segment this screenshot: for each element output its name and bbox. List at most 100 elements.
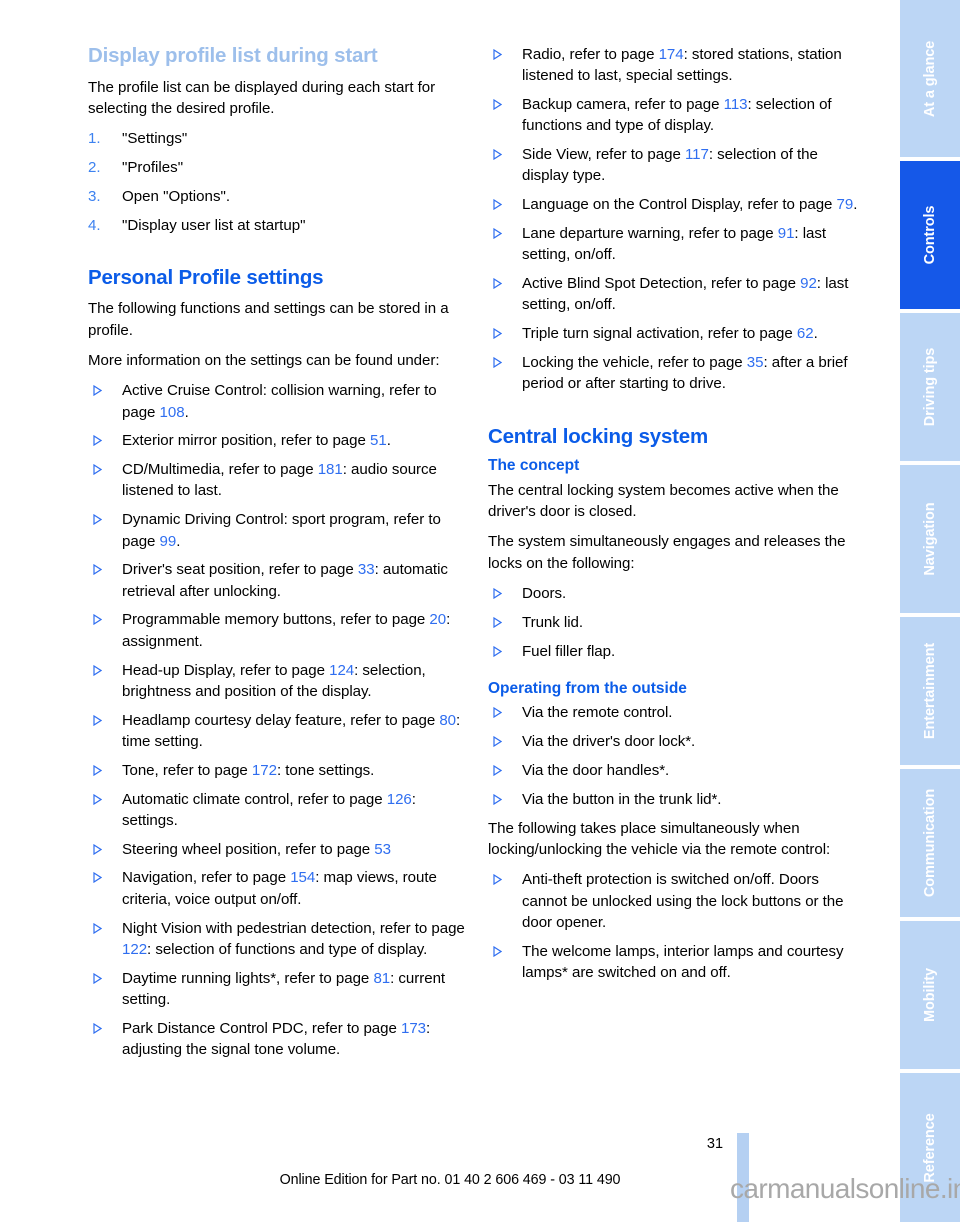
bullet-text: Side View, refer to page (522, 146, 685, 164)
section-tab-label: Mobility (922, 968, 938, 1022)
step-number: 1. (88, 130, 101, 148)
section-tab-controls[interactable]: Controls (900, 161, 960, 309)
bullet-text: Language on the Control Display, refer t… (522, 196, 837, 214)
bullet-text: Radio, refer to page (522, 46, 659, 63)
bullet-text: Steering wheel position, refer to page (122, 840, 375, 858)
triangle-bullet-icon (93, 714, 102, 726)
section-tab-label: At a glance (922, 40, 938, 117)
document-page: Display profile list during start The pr… (0, 0, 960, 1222)
page-reference-link[interactable]: 181 (318, 461, 343, 478)
triangle-bullet-icon (93, 464, 102, 476)
bullet-text: Head-up Display, refer to page (122, 661, 330, 679)
section-tab-rail: At a glance Controls Driving tips Navigatio… (900, 0, 960, 1222)
page-reference-link[interactable]: 20 (429, 611, 446, 628)
page-reference-link[interactable]: 35 (747, 354, 764, 371)
bullet-item: Via the door handles*. (488, 760, 868, 781)
left-text-column: Display profile list during start The pr… (88, 44, 468, 1068)
page-number: 31 (706, 1136, 724, 1152)
page-reference-link[interactable]: 124 (329, 662, 354, 679)
triangle-bullet-icon (93, 1022, 102, 1034)
section-tab-label: Communication (922, 788, 938, 898)
page-reference-link[interactable]: 126 (387, 791, 412, 808)
bullet-item: Lane departure warning, refer to page 91… (488, 223, 868, 266)
bullet-item: Trunk lid. (488, 612, 868, 633)
page-reference-link[interactable]: 81 (373, 970, 390, 987)
page-reference-link[interactable]: 174 (659, 46, 684, 63)
paragraph-more-information: More information on the settings can be … (88, 352, 440, 369)
bullet-text: Via the remote control. (522, 704, 673, 722)
bullet-item: Head-up Display, refer to page 124: sele… (88, 660, 468, 703)
page-reference-link[interactable]: 53 (374, 841, 391, 858)
bullet-text: Driver's seat position, refer to page (122, 561, 358, 579)
bullet-text: Via the driver's door lock*. (522, 733, 696, 751)
page-reference-link[interactable]: 117 (685, 146, 709, 163)
step-text: "Display user list at startup" (122, 216, 306, 234)
step-number: 3. (88, 187, 101, 205)
page-reference-link[interactable]: 154 (290, 869, 315, 886)
bullet-text-tail: . (813, 325, 818, 343)
bullet-text: Exterior mirror position, refer to page (122, 432, 370, 450)
section-tab-mobility[interactable]: Mobility (900, 921, 960, 1069)
section-tab-reference[interactable]: Reference (900, 1073, 960, 1222)
bullet-text: Locking the vehicle, refer to page (522, 354, 747, 372)
bullet-item: Headlamp courtesy delay feature, refer t… (88, 710, 468, 753)
concept-bullet-list: Doors. Trunk lid. Fuel filler flap. (488, 583, 868, 662)
section-tab-entertainment[interactable]: Entertainment (900, 617, 960, 765)
triangle-bullet-icon (493, 199, 502, 211)
heading-personal-profile-settings: Personal Profile settings (88, 265, 324, 289)
bullet-item: Park Distance Control PDC, refer to page… (88, 1018, 468, 1061)
section-tab-label: Controls (922, 205, 938, 265)
triangle-bullet-icon (493, 645, 502, 657)
bullet-item: The welcome lamps, interior lamps and co… (488, 941, 868, 984)
triangle-bullet-icon (493, 874, 502, 886)
right-text-column: Radio, refer to page 174: stored station… (488, 44, 868, 991)
bullet-text: Headlamp courtesy delay feature, refer t… (122, 711, 440, 729)
page-reference-link[interactable]: 79 (837, 196, 854, 213)
bullet-text: Tone, refer to page (122, 761, 252, 779)
triangle-bullet-icon (93, 385, 102, 397)
triangle-bullet-icon (93, 872, 102, 884)
triangle-bullet-icon (93, 843, 102, 855)
bullet-text: Automatic climate control, refer to page (122, 790, 387, 808)
page-reference-link[interactable]: 122 (122, 941, 147, 958)
step-text: "Settings" (122, 130, 188, 148)
triangle-bullet-icon (93, 922, 102, 934)
section-tab-at-a-glance[interactable]: At a glance (900, 0, 960, 157)
triangle-bullet-icon (493, 945, 502, 957)
bullet-text: Fuel filler flap. (522, 642, 616, 660)
bullet-item: Via the button in the trunk lid*. (488, 789, 868, 810)
bullet-text: Trunk lid. (522, 613, 584, 631)
step-text: "Profiles" (122, 158, 184, 176)
page-reference-link[interactable]: 33 (358, 561, 375, 578)
triangle-bullet-icon (493, 616, 502, 628)
bullet-text: Daytime running lights*, refer to page (122, 969, 374, 987)
page-reference-link[interactable]: 99 (160, 533, 177, 550)
page-reference-link[interactable]: 62 (797, 325, 814, 342)
right-bullet-list-top: Radio, refer to page 174: stored station… (488, 44, 868, 395)
page-reference-link[interactable]: 51 (370, 432, 387, 449)
page-reference-link[interactable]: 108 (160, 404, 185, 421)
section-tab-navigation[interactable]: Navigation (900, 465, 960, 613)
bullet-item: Steering wheel position, refer to page 5… (88, 839, 468, 860)
bullet-item: Backup camera, refer to page 113: select… (488, 94, 868, 137)
triangle-bullet-icon (93, 514, 102, 526)
page-reference-link[interactable]: 172 (252, 762, 277, 779)
bullet-item: Tone, refer to page 172: tone settings. (88, 760, 468, 781)
page-reference-link[interactable]: 92 (800, 275, 817, 292)
page-reference-link[interactable]: 113 (724, 96, 748, 113)
bullet-text: Anti-theft protection is switched on/off… (522, 871, 844, 931)
section-tab-communication[interactable]: Communication (900, 769, 960, 917)
bullet-item: Driver's seat position, refer to page 33… (88, 559, 468, 602)
triangle-bullet-icon (93, 764, 102, 776)
page-reference-link[interactable]: 173 (401, 1020, 426, 1037)
section-tab-label: Driving tips (922, 347, 938, 427)
bullet-item: Exterior mirror position, refer to page … (88, 430, 468, 451)
bullet-text-tail: : selection of functions and type of dis… (147, 940, 428, 958)
section-tab-label: Reference (922, 1112, 938, 1183)
triangle-bullet-icon (493, 793, 502, 805)
section-tab-driving-tips[interactable]: Driving tips (900, 313, 960, 461)
numbered-step-item: 4. "Display user list at startup" (88, 215, 468, 236)
page-reference-link[interactable]: 80 (439, 712, 456, 729)
page-reference-link[interactable]: 91 (778, 225, 795, 242)
bullet-item: Dynamic Driving Control: sport program, … (88, 509, 468, 552)
